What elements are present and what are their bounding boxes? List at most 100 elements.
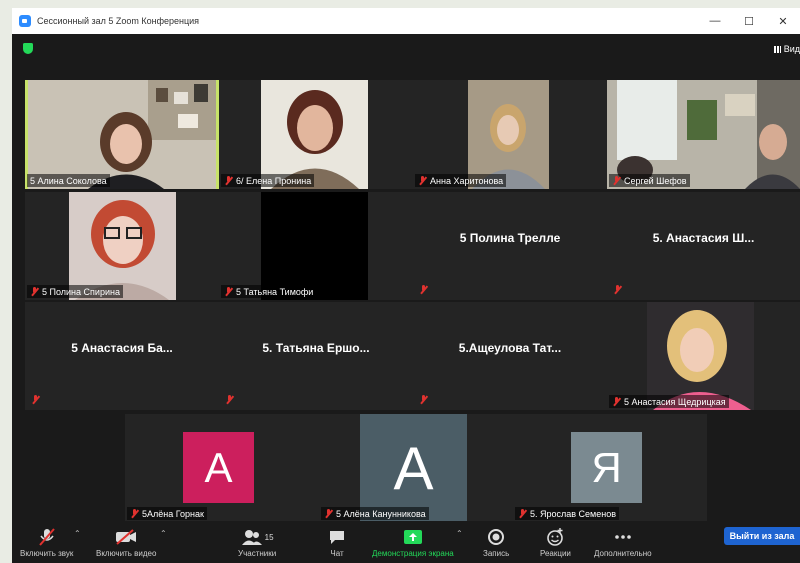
maximize-button[interactable]: ☐ [732,8,766,34]
title-bar: Сессионный зал 5 Zoom Конференция — ☐ ✕ [12,8,800,34]
participant-tile[interactable]: Анна Харитонова [413,80,607,189]
participant-avatar: A [360,414,467,522]
participant-name-bar: 5. Ярослав Семенов [515,507,620,520]
participant-name-bar: 5 Татьяна Тимофи [221,285,317,298]
zoom-window: Сессионный зал 5 Zoom Конференция — ☐ ✕ … [12,8,800,563]
participant-tile[interactable]: 6/ Елена Пронина [219,80,413,189]
chat-icon [328,527,346,547]
participant-tile[interactable]: Я 5. Ярослав Семенов [513,414,707,522]
participant-name-bar: 5Алёна Горнак [127,507,207,520]
video-options-chevron-icon[interactable]: ⌃ [160,529,167,538]
muted-mic-icon [130,509,139,518]
muted-mic-icon [419,285,428,294]
share-options-chevron-icon[interactable]: ⌃ [456,529,463,538]
participant-name-bar: 5 Алёна Канунникова [321,507,429,520]
participant-video [647,302,754,410]
participant-name: 5 Полина Спирина [42,286,120,297]
participant-tile[interactable]: 5 Полина Спирина [25,192,219,300]
more-label: Дополнительно [594,549,652,558]
meeting-top-bar: Вид [12,34,800,66]
security-shield-icon[interactable] [23,43,33,54]
muted-mic-icon [225,395,234,404]
audio-options-chevron-icon[interactable]: ⌃ [74,529,81,538]
participant-name: 5 Полина Трелле [459,231,561,245]
participants-button[interactable]: 15 Участники [238,527,276,558]
participant-tile[interactable]: 5.Ащеулова Тат... [413,302,607,410]
more-icon [614,527,632,547]
grid-view-icon [773,45,781,53]
muted-mic-icon [518,509,527,518]
start-video-label: Включить видео [96,549,157,558]
view-label: Вид [783,44,800,54]
meeting-toolbar: Включить звук ⌃ Включить видео ⌃ 15 Учас… [12,521,800,563]
more-button[interactable]: Дополнительно [594,527,652,558]
participant-name: 5 Анастасия Ба... [71,341,173,355]
participant-tile[interactable]: 5. Анастасия Ш... [607,192,800,300]
unmute-button[interactable]: Включить звук [20,527,73,558]
participant-video [69,192,176,300]
record-label: Запись [483,549,510,558]
muted-mic-icon [612,397,621,406]
video-off-icon [115,527,137,547]
muted-mic-icon [612,176,621,185]
participant-tile[interactable]: 5. Татьяна Ершо... [219,302,413,410]
participant-tile[interactable]: Сергей Шефов [607,80,800,189]
window-controls: — ☐ ✕ [698,8,800,34]
participant-tile[interactable]: 5 Алина Соколова [25,80,219,189]
participant-avatar: A [183,432,254,503]
participant-name-bar: 5 Анастасия Щедрицкая [609,395,729,408]
participant-name-bar: 6/ Елена Пронина [221,174,315,187]
participant-name: 5. Ярослав Семенов [530,508,617,519]
muted-mic-icon [30,287,39,296]
muted-microphone-icon [37,527,57,547]
participant-name: 5.Ащеулова Тат... [458,341,562,355]
chat-label: Чат [330,549,344,558]
participant-video [468,80,549,189]
participant-tile[interactable]: A 5 Алёна Канунникова [319,414,513,522]
share-screen-label: Демонстрация экрана [372,549,454,558]
muted-mic-icon [224,287,233,296]
chat-button[interactable]: Чат [328,527,346,558]
participant-name-bar: Сергей Шефов [609,174,690,187]
participant-name: Сергей Шефов [624,175,687,186]
participant-tile[interactable]: A 5Алёна Горнак [125,414,319,522]
share-screen-button[interactable]: Демонстрация экрана [372,527,454,558]
participant-name: 5. Анастасия Ш... [652,231,755,245]
participant-name: 5. Татьяна Ершо... [262,341,370,355]
muted-mic-icon [324,509,333,518]
participant-name-bar: 5 Алина Соколова [27,174,110,187]
participant-name: 5Алёна Горнак [142,508,204,519]
participants-count: 15 [264,532,274,542]
window-title: Сессионный зал 5 Zoom Конференция [37,16,200,26]
close-button[interactable]: ✕ [766,8,800,34]
leave-room-button[interactable]: Выйти из зала [724,527,800,545]
reactions-icon [546,527,564,547]
participant-name-bar: Анна Харитонова [415,174,507,187]
participants-icon [241,530,262,545]
start-video-button[interactable]: Включить видео [96,527,156,558]
reactions-label: Реакции [540,549,571,558]
participant-video [261,80,368,189]
participant-name: 5 Татьяна Тимофи [236,286,314,297]
participant-tile[interactable]: 5 Татьяна Тимофи [219,192,413,300]
participant-tile[interactable]: 5 Анастасия Ба... [25,302,219,410]
zoom-logo-icon [19,15,31,27]
view-button[interactable]: Вид [773,44,800,54]
unmute-label: Включить звук [20,549,74,558]
reactions-button[interactable]: Реакции [540,527,571,558]
record-icon [487,527,505,547]
participant-tile[interactable]: 5 Анастасия Щедрицкая [607,302,800,410]
participant-video [607,80,800,189]
muted-mic-icon [419,395,428,404]
record-button[interactable]: Запись [483,527,509,558]
minimize-button[interactable]: — [698,8,732,34]
participant-name: 6/ Елена Пронина [236,175,312,186]
participant-avatar: Я [571,432,642,503]
participant-name-bar: 5 Полина Спирина [27,285,123,298]
participant-name: 5 Алёна Канунникова [336,508,426,519]
participant-name: 5 Алина Соколова [30,175,107,186]
muted-mic-icon [31,395,40,404]
participant-tile[interactable]: 5 Полина Трелле [413,192,607,300]
muted-mic-icon [224,176,233,185]
participant-video [28,80,216,189]
